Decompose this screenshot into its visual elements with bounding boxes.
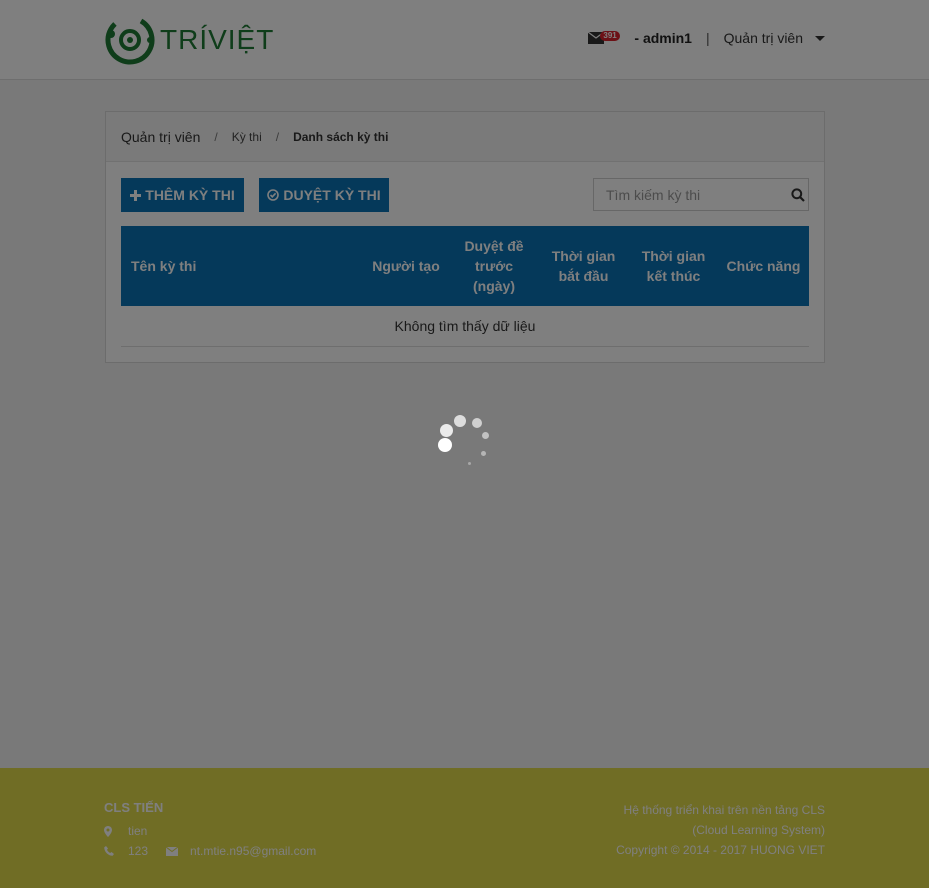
- loading-spinner-icon: [430, 410, 500, 480]
- loading-overlay: [0, 0, 929, 888]
